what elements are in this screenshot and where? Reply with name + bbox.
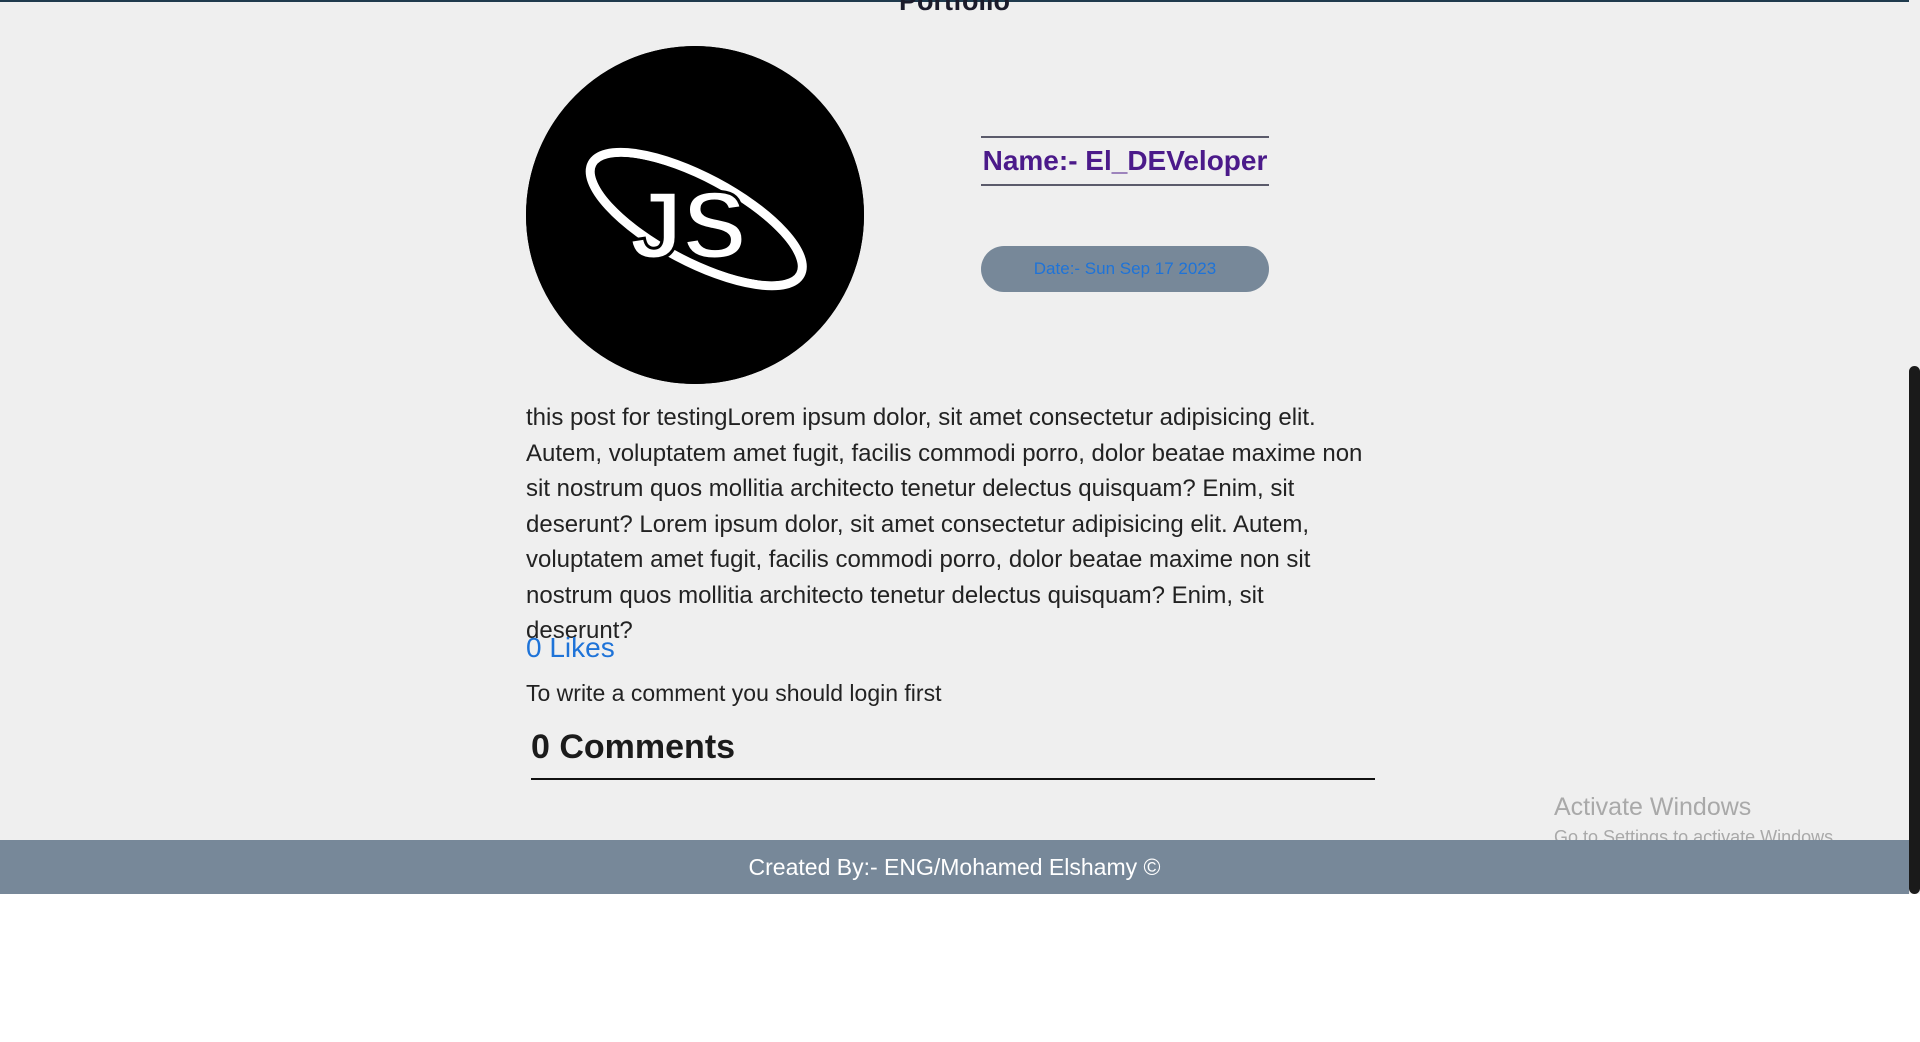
page-footer: Created By:- ENG/Mohamed Elshamy © (0, 840, 1909, 894)
js-logo-icon: JS (526, 46, 864, 384)
post-avatar: JS (526, 46, 864, 384)
activate-windows-title: Activate Windows (1554, 793, 1752, 821)
post-date: Date:- Sun Sep 17 2023 (981, 246, 1269, 292)
comments-heading: 0 Comments (531, 728, 1375, 780)
likes-link[interactable]: 0 Likes (526, 632, 615, 664)
scrollbar-thumb[interactable] (1909, 366, 1920, 894)
footer-credit: Created By:- ENG/Mohamed Elshamy © (748, 854, 1161, 880)
page-title: Portfolio (899, 0, 1010, 16)
login-note: To write a comment you should login firs… (526, 680, 942, 706)
post-body: this post for testingLorem ipsum dolor, … (526, 404, 1363, 644)
page-viewport: Portfolio JS Name:- El_DEVeloper Date:- … (0, 0, 1920, 894)
author-name: Name:- El_DEVeloper (981, 136, 1269, 186)
avatar-logo-text: JS (629, 172, 746, 279)
